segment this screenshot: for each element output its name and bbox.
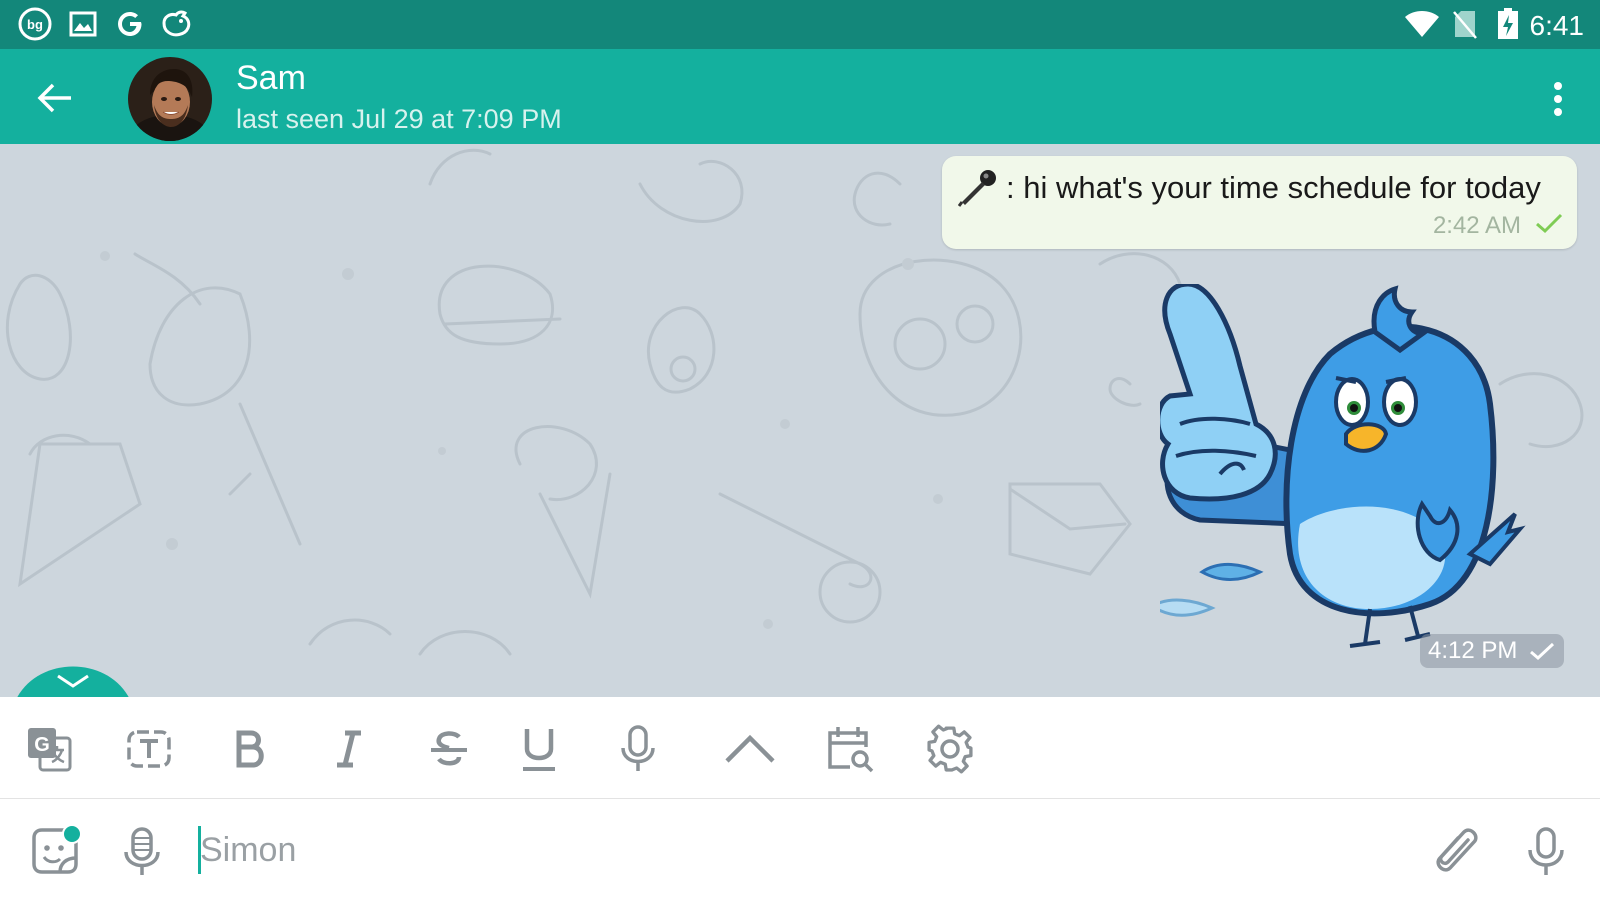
calendar-search-icon [828, 727, 874, 773]
sticker-message[interactable] [1149, 281, 1560, 674]
schedule-search-button[interactable] [822, 721, 878, 777]
message-time: 2:42 AM [1432, 212, 1521, 239]
contact-name[interactable]: Sam [236, 59, 306, 98]
chevron-up-icon [725, 734, 775, 763]
text-frame-button[interactable] [121, 721, 177, 777]
paperclip-icon [1436, 828, 1478, 872]
italic-icon [337, 730, 361, 768]
wifi-icon [1404, 8, 1440, 40]
chat-header: Sam last seen Jul 29 at 7:09 PM [0, 49, 1600, 144]
settings-button[interactable] [922, 721, 978, 777]
status-bar: bg 6:41 [0, 0, 1600, 49]
microphone-emoji-icon [958, 168, 998, 208]
sent-check-icon [1529, 641, 1555, 661]
underline-icon [523, 729, 555, 771]
bird-app-icon [160, 8, 194, 40]
arrow-left-icon [37, 83, 71, 113]
more-vertical-icon [1554, 82, 1562, 116]
blue-bird-thumbs-up-sticker [1149, 281, 1526, 648]
sticker-button[interactable] [24, 822, 84, 882]
microphone-icon [124, 827, 160, 875]
bold-button[interactable] [221, 721, 277, 777]
text-frame-icon [127, 730, 171, 768]
message-input[interactable] [200, 822, 1400, 878]
formatting-toolbar: G [0, 697, 1600, 799]
back-button[interactable] [30, 73, 80, 123]
avatar[interactable] [128, 57, 212, 141]
message-bubble[interactable]: : hi what's your time schedule for today… [942, 156, 1577, 249]
more-options-button[interactable] [1538, 77, 1578, 121]
message-text: : hi what's your time schedule for today [1006, 170, 1541, 205]
settings-icon [927, 724, 973, 774]
message-text-row: : hi what's your time schedule for today [958, 168, 1541, 208]
svg-text:bg: bg [27, 17, 43, 32]
strikethrough-button[interactable] [421, 721, 477, 777]
italic-button[interactable] [321, 721, 377, 777]
translate-button[interactable]: G [21, 721, 77, 777]
clock: 6:41 [1529, 10, 1585, 41]
battery-charging-icon [1496, 8, 1520, 40]
microphone-icon [621, 725, 655, 771]
attach-button[interactable] [1426, 822, 1486, 882]
scroll-down-button[interactable] [14, 644, 132, 697]
sent-check-icon [1535, 212, 1563, 239]
dictation-button[interactable] [610, 721, 666, 777]
gallery-icon [68, 8, 98, 40]
strikethrough-icon [431, 731, 467, 766]
composer [0, 800, 1600, 900]
message-list[interactable]: : hi what's your time schedule for today… [0, 144, 1600, 697]
bold-icon [236, 730, 264, 768]
bg-app-icon: bg [18, 7, 52, 41]
google-icon [114, 8, 146, 40]
underline-button[interactable] [511, 721, 567, 777]
voice-input-button[interactable] [112, 822, 172, 882]
sticker-icon [32, 824, 82, 874]
sticker-time-badge: 4:12 PM [1420, 634, 1564, 668]
expand-toolbar-button[interactable] [722, 721, 778, 777]
record-voice-button[interactable] [1516, 822, 1576, 882]
sticker-time: 4:12 PM [1428, 637, 1518, 664]
no-sim-icon [1452, 8, 1478, 40]
translate-icon: G [28, 728, 72, 772]
microphone-icon [1528, 827, 1564, 875]
last-seen-status: last seen Jul 29 at 7:09 PM [236, 104, 562, 134]
svg-text:G: G [34, 734, 50, 756]
